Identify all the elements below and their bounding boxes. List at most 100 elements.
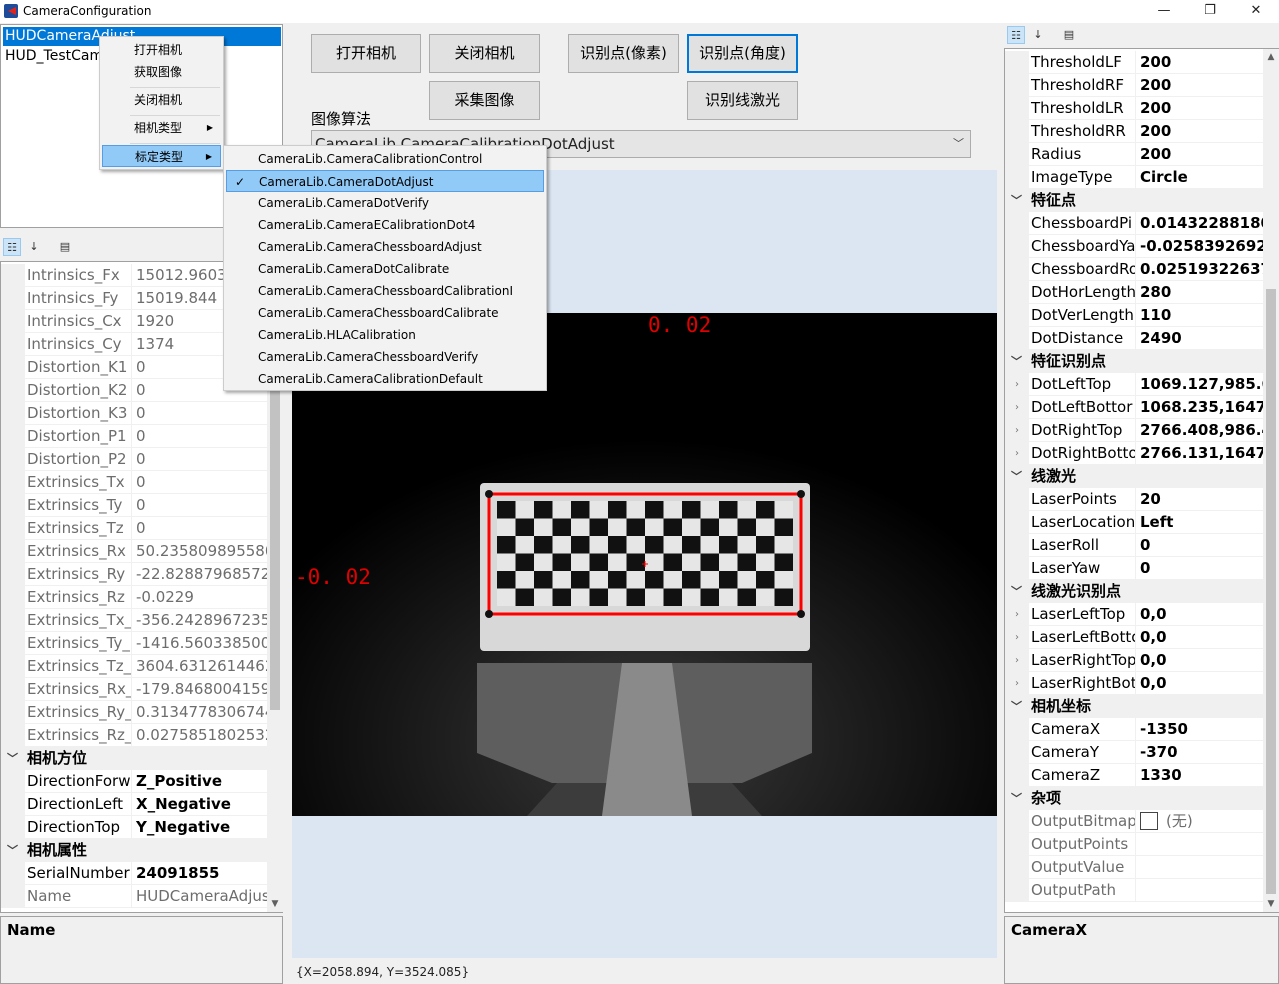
property-row[interactable]: › LaserRightBot 0,0 <box>1005 672 1263 695</box>
property-row[interactable]: DirectionTop Y_Negative <box>1 816 267 839</box>
property-row[interactable]: ThresholdLR 200 <box>1005 97 1263 120</box>
chevron-down-icon[interactable]: ﹀ <box>953 131 964 157</box>
menu-item-calibration-type[interactable]: 标定类型 ▶ <box>102 145 221 167</box>
property-value[interactable]: 200 <box>1137 97 1263 120</box>
property-row[interactable]: ›DotRightTop 2766.408,986.417 <box>1005 419 1263 442</box>
property-pages-icon[interactable]: ▤ <box>56 238 74 256</box>
property-value[interactable]: X_Negative <box>133 793 267 816</box>
property-row[interactable]: Extrinsics_Tx 0 <box>1 471 267 494</box>
property-row[interactable]: Distortion_P1 0 <box>1 425 267 448</box>
submenu-item[interactable]: CameraLib.CameraECalibrationDot4 <box>226 214 544 236</box>
collapse-chevron-icon[interactable]: ﹀ <box>1011 350 1022 373</box>
property-row[interactable]: Extrinsics_Ty_r-1416.56033850053 <box>1 632 267 655</box>
expand-chevron-icon[interactable]: › <box>1005 442 1029 465</box>
property-value[interactable]: 1068.235,1647.86 <box>1137 396 1263 419</box>
property-category[interactable]: ﹀ 线激光 <box>1005 465 1263 488</box>
property-row[interactable]: CameraZ 1330 <box>1005 764 1263 787</box>
property-row[interactable]: ThresholdRF 200 <box>1005 74 1263 97</box>
property-category[interactable]: ﹀ 特征识别点 <box>1005 350 1263 373</box>
property-value[interactable]: 0 <box>1137 534 1263 557</box>
property-value[interactable]: 2766.131,1647.11 <box>1137 442 1263 465</box>
property-row[interactable]: Extrinsics_Ty 0 <box>1 494 267 517</box>
submenu-item[interactable]: CameraLib.HLACalibration <box>226 324 544 346</box>
property-value[interactable]: Z_Positive <box>133 770 267 793</box>
property-row[interactable]: Extrinsics_Ry_A0.313477830674432 <box>1 701 267 724</box>
collapse-chevron-icon[interactable]: ﹀ <box>1011 695 1022 718</box>
categorized-icon[interactable]: ☷ <box>3 238 21 256</box>
open-camera-button[interactable]: 打开相机 <box>311 34 421 73</box>
expand-chevron-icon[interactable]: › <box>1005 626 1029 649</box>
property-value[interactable]: 2766.408,986.417 <box>1137 419 1263 442</box>
property-row[interactable]: › LaserRightTop 0,0 <box>1005 649 1263 672</box>
property-value[interactable]: 0,0 <box>1137 603 1263 626</box>
expand-chevron-icon[interactable]: › <box>1005 419 1029 442</box>
property-value[interactable]: -0.025839269267 <box>1137 235 1263 258</box>
submenu-item[interactable]: CameraLib.CameraCalibrationControl <box>226 148 544 170</box>
property-row[interactable]: Extrinsics_Rx_A-179.846800415954 <box>1 678 267 701</box>
menu-item-get-image[interactable]: 获取图像 <box>102 61 221 83</box>
property-row[interactable]: › LaserLeftTop 0,0 <box>1005 603 1263 626</box>
collapse-chevron-icon[interactable]: ﹀ <box>1011 580 1022 603</box>
scroll-down-icon[interactable]: ▼ <box>267 896 283 912</box>
alphabetical-icon[interactable]: ↓ <box>25 238 43 256</box>
property-value[interactable]: 0 <box>133 494 267 517</box>
property-value[interactable]: 0.0251932263704 <box>1137 258 1263 281</box>
submenu-item[interactable]: CameraLib.CameraChessboardCalibrate <box>226 302 544 324</box>
property-value[interactable]: 1330 <box>1137 764 1263 787</box>
capture-image-button[interactable]: 采集图像 <box>429 81 540 120</box>
property-value[interactable]: 0 <box>1137 557 1263 580</box>
property-value[interactable]: 200 <box>1137 143 1263 166</box>
minimize-button[interactable]: — <box>1141 0 1187 23</box>
menu-item-close-camera[interactable]: 关闭相机 <box>102 89 221 111</box>
collapse-chevron-icon[interactable]: ﹀ <box>7 747 18 770</box>
property-row[interactable]: Extrinsics_Tx_r-356.242896723520 <box>1 609 267 632</box>
property-row[interactable]: OutputValue <box>1005 856 1263 879</box>
close-button[interactable]: ✕ <box>1233 0 1279 23</box>
property-row[interactable]: ›DotLeftTop 1069.127,985.670 <box>1005 373 1263 396</box>
property-row[interactable]: DirectionLeft X_Negative <box>1 793 267 816</box>
property-value[interactable]: -179.846800415954 <box>133 678 267 701</box>
property-value[interactable]: -0.0229 <box>133 586 267 609</box>
property-row[interactable]: ›DotRightBotto2766.131,1647.11 <box>1005 442 1263 465</box>
property-category[interactable]: ﹀ 相机坐标 <box>1005 695 1263 718</box>
property-row[interactable]: Extrinsics_Rz -0.0229 <box>1 586 267 609</box>
submenu-item[interactable]: CameraLib.CameraCalibrationDefault <box>226 368 544 390</box>
property-value[interactable]: 2490 <box>1137 327 1263 350</box>
restore-button[interactable]: ❐ <box>1187 0 1233 23</box>
property-row[interactable]: › LaserLeftBotto 0,0 <box>1005 626 1263 649</box>
property-value[interactable]: 0.027585180253249 <box>133 724 267 747</box>
property-row[interactable]: SerialNumber 24091855 <box>1 862 267 885</box>
property-category[interactable]: ﹀ 相机方位 <box>1 747 267 770</box>
property-value[interactable]: Y_Negative <box>133 816 267 839</box>
property-value[interactable]: 0 <box>133 402 267 425</box>
property-row[interactable]: ChessboardYa-0.025839269267 <box>1005 235 1263 258</box>
property-row[interactable]: Extrinsics_Rz_A0.027585180253249 <box>1 724 267 747</box>
property-row[interactable]: Name HUDCameraAdjust <box>1 885 267 908</box>
property-value[interactable]: 200 <box>1137 120 1263 143</box>
property-row[interactable]: OutputPoints <box>1005 833 1263 856</box>
property-category[interactable]: ﹀ 特征点 <box>1005 189 1263 212</box>
property-pages-icon[interactable]: ▤ <box>1060 26 1078 44</box>
property-value[interactable]: 0 <box>133 448 267 471</box>
right-scrollbar[interactable]: ▲ ▼ <box>1263 49 1279 912</box>
property-value[interactable]: 24091855 <box>133 862 267 885</box>
property-row[interactable]: LaserLocation Left <box>1005 511 1263 534</box>
property-value[interactable]: -1350 <box>1137 718 1263 741</box>
collapse-chevron-icon[interactable]: ﹀ <box>1011 465 1022 488</box>
submenu-item[interactable]: CameraLib.CameraDotVerify <box>226 192 544 214</box>
property-row[interactable]: Extrinsics_Ry -22.8288796857266 <box>1 563 267 586</box>
property-row[interactable]: OutputPath <box>1005 879 1263 902</box>
property-value[interactable]: 0.0143228818047 <box>1137 212 1263 235</box>
property-value[interactable]: 0,0 <box>1137 626 1263 649</box>
property-category[interactable]: ﹀ 线激光识别点 <box>1005 580 1263 603</box>
property-row[interactable]: Radius 200 <box>1005 143 1263 166</box>
property-value[interactable]: -370 <box>1137 741 1263 764</box>
scroll-thumb[interactable] <box>1266 289 1276 894</box>
property-row[interactable]: Distortion_K3 0 <box>1 402 267 425</box>
collapse-chevron-icon[interactable]: ﹀ <box>7 839 18 862</box>
submenu-item[interactable]: CameraLib.CameraDotCalibrate <box>226 258 544 280</box>
property-row[interactable]: CameraX -1350 <box>1005 718 1263 741</box>
property-value[interactable]: 280 <box>1137 281 1263 304</box>
property-value[interactable]: 0.313477830674432 <box>133 701 267 724</box>
property-row[interactable]: ›DotLeftBottor1068.235,1647.86 <box>1005 396 1263 419</box>
